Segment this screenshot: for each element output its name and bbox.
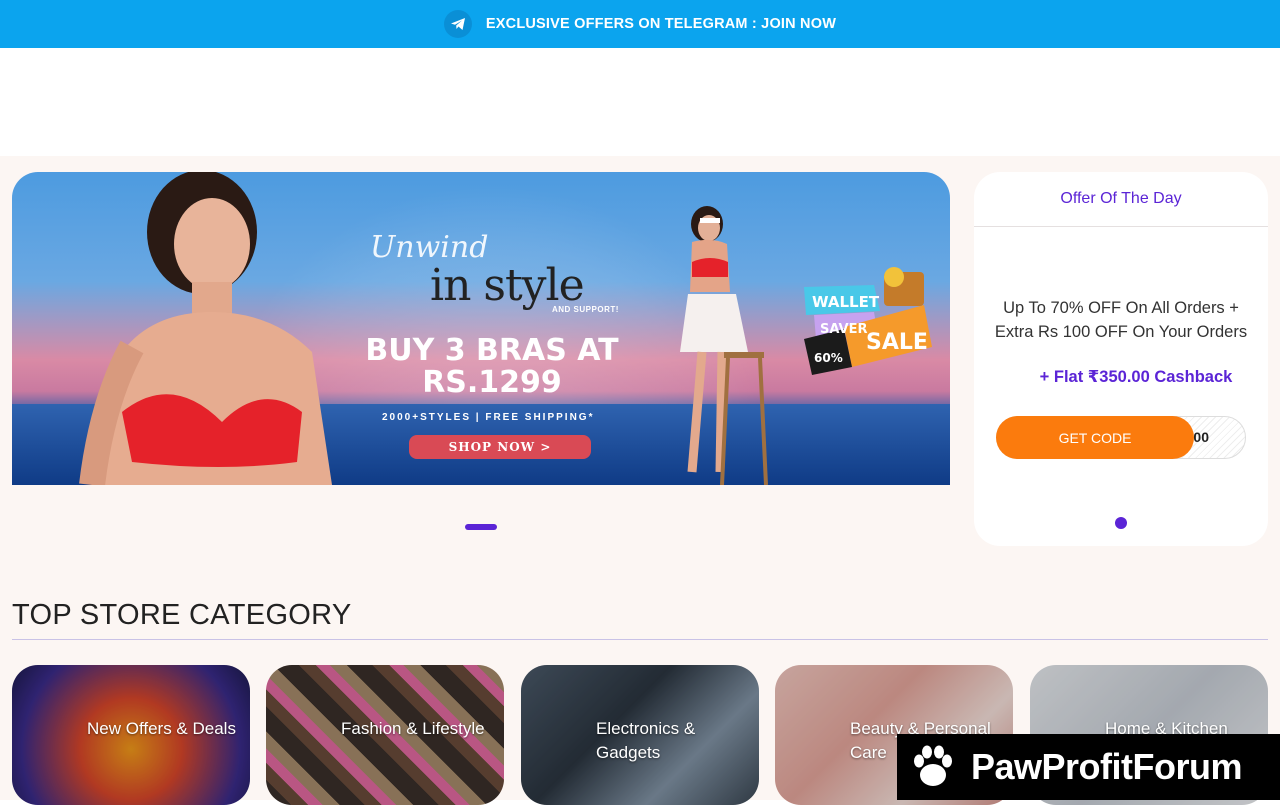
offer-cashback: + Flat ₹350.00 Cashback [1039,368,1233,386]
banner-tagline: AND SUPPORT! [552,305,619,314]
banner-headline-line1: BUY 3 BRAS AT [365,333,619,368]
banner-subline: 2000+STYLES | FREE SHIPPING* [382,412,595,423]
model-image-right [680,206,768,485]
offer-title: Offer Of The Day [974,172,1268,227]
category-label: Fashion & Lifestyle [341,719,485,738]
svg-text:SAVER: SAVER [820,322,868,337]
model-image-left [79,172,332,485]
telegram-banner-text[interactable]: EXCLUSIVE OFFERS ON TELEGRAM : JOIN NOW [486,16,836,32]
paw-icon [914,745,952,786]
site-header [0,48,1280,156]
banner-brand-text: in style [430,260,585,311]
watermark-text: PawProfitForum [971,746,1243,787]
svg-text:60%: 60% [814,351,843,365]
offer-description: Up To 70% OFF On All Orders + Extra Rs 1… [994,299,1248,341]
offer-of-the-day-card: Offer Of The Day Up To 70% OFF On All Or… [974,172,1268,546]
carousel-indicator-active[interactable] [465,524,497,530]
banner-headline: BUY 3 BRAS AT RS.1299 [342,335,642,399]
svg-text:WALLET: WALLET [812,293,880,311]
svg-text:SALE: SALE [866,330,928,355]
hero-banner[interactable]: Unwind in style AND SUPPORT! BUY 3 BRAS … [12,172,950,485]
telegram-icon [443,10,472,38]
section-title: TOP STORE CATEGORY [12,599,352,631]
offer-carousel-dot[interactable] [1115,517,1127,529]
wallet-saver-sale-badge: WALLET SAVER SALE 60% [804,267,932,375]
category-card-fashion[interactable]: Fashion & Lifestyle [266,665,504,805]
category-label: Electronics & Gadgets [596,719,696,762]
category-label: New Offers & Deals [87,719,236,738]
category-card-new-offers[interactable]: New Offers & Deals [12,665,250,805]
category-card-electronics[interactable]: Electronics & Gadgets [521,665,759,805]
section-divider [12,639,1268,640]
shop-now-button[interactable]: SHOP NOW > [409,435,591,459]
main-content: Unwind in style AND SUPPORT! BUY 3 BRAS … [0,156,1280,805]
get-code-button[interactable]: GET CODE [996,416,1194,459]
banner-headline-line2: RS.1299 [422,365,562,400]
watermark: PawProfitForum [897,734,1280,800]
telegram-banner[interactable]: EXCLUSIVE OFFERS ON TELEGRAM : JOIN NOW [0,0,1280,48]
